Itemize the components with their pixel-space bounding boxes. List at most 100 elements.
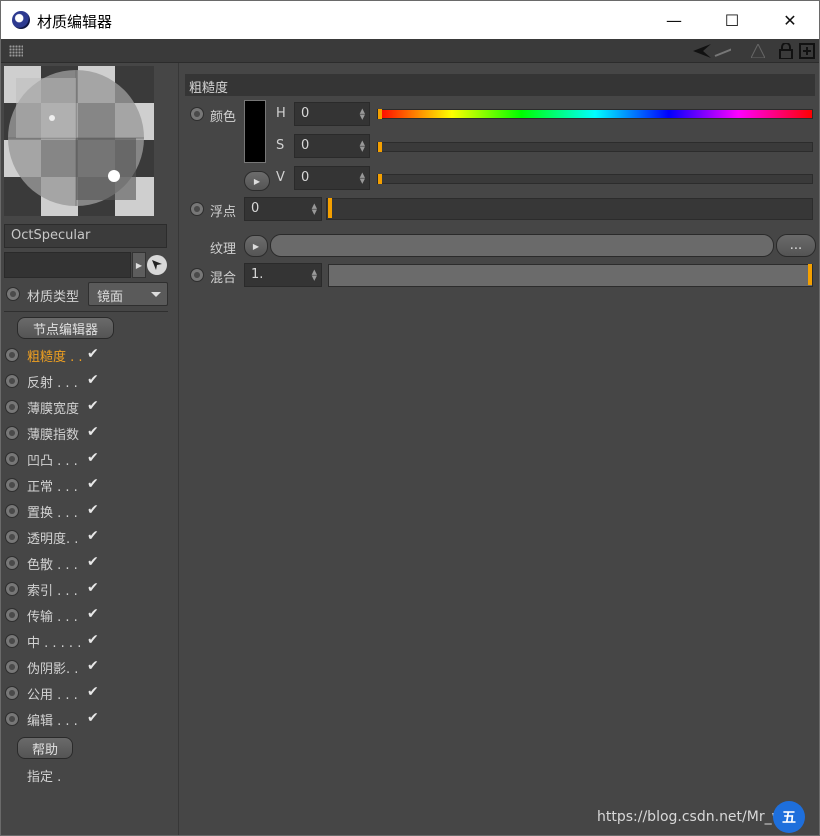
value-slider[interactable] [377,174,813,184]
channel-item[interactable]: 反射 . . . ✔ [5,369,175,393]
channel-label[interactable]: 透明度. . [27,528,78,547]
pick-cursor-icon[interactable] [147,255,167,275]
node-editor-button[interactable]: 节点编辑器 [17,317,114,339]
checkmark-icon[interactable]: ✔ [87,346,103,362]
channel-label[interactable]: 中 . . . . . [27,632,81,651]
material-name-field[interactable]: OctSpecular [4,224,167,248]
stepper-arrows-icon[interactable]: ▲ ▼ [312,269,317,282]
texture-arrow-button[interactable]: ▶ [244,235,268,257]
mix-radio[interactable] [190,268,204,282]
checkmark-icon[interactable]: ✔ [87,528,103,544]
channel-radio[interactable] [5,400,19,414]
channel-radio[interactable] [5,660,19,674]
checkmark-icon[interactable]: ✔ [87,710,103,726]
h-input[interactable]: 0 ▲ ▼ [294,102,370,126]
channel-radio[interactable] [5,452,19,466]
channel-radio[interactable] [5,686,19,700]
forward-arrow-icon[interactable] [713,42,731,60]
channel-label[interactable]: 色散 . . . [27,554,78,573]
material-preview[interactable] [4,66,154,216]
float-slider-knob[interactable] [328,198,332,218]
checkmark-icon[interactable]: ✔ [87,502,103,518]
float-input[interactable]: 0 ▲ ▼ [244,197,322,221]
expand-arrow-button[interactable]: ▶ [244,171,270,191]
channel-radio[interactable] [5,556,19,570]
grip-icon[interactable] [9,45,23,57]
stepper-arrows-icon[interactable]: ▲ ▼ [360,172,365,185]
channel-label[interactable]: 反射 . . . [27,372,78,391]
saturation-slider-knob[interactable] [378,142,382,152]
channel-label[interactable]: 正常 . . . [27,476,78,495]
channel-label[interactable]: 置换 . . . [27,502,78,521]
channel-item[interactable]: 薄膜指数 ✔ [5,421,175,445]
stepper-arrows-icon[interactable]: ▲ ▼ [360,140,365,153]
checkmark-icon[interactable]: ✔ [87,658,103,674]
channel-radio[interactable] [5,608,19,622]
checkmark-icon[interactable]: ✔ [87,554,103,570]
channel-radio[interactable] [5,530,19,544]
channel-item[interactable]: 粗糙度 . . ✔ [5,343,175,367]
saturation-slider[interactable] [377,142,813,152]
channel-item[interactable]: 置换 . . . ✔ [5,499,175,523]
channel-radio[interactable] [5,504,19,518]
maximize-button[interactable]: ☐ [703,1,761,39]
close-button[interactable]: ✕ [761,1,819,39]
help-button[interactable]: 帮助 [17,737,73,759]
color-swatch[interactable] [244,100,266,163]
mix-input[interactable]: 1. ▲ ▼ [244,263,322,287]
color-radio[interactable] [190,107,204,121]
channel-item[interactable]: 正常 . . . ✔ [5,473,175,497]
checkmark-icon[interactable]: ✔ [87,632,103,648]
channel-label[interactable]: 薄膜宽度 [27,398,79,417]
channel-label[interactable]: 传输 . . . [27,606,78,625]
stepper-arrows-icon[interactable]: ▲ ▼ [360,108,365,121]
back-arrow-icon[interactable] [693,42,711,60]
channel-item[interactable]: 传输 . . . ✔ [5,603,175,627]
channel-item[interactable]: 凹凸 . . . ✔ [5,447,175,471]
checkmark-icon[interactable]: ✔ [87,450,103,466]
channel-label[interactable]: 编辑 . . . [27,710,78,729]
channel-item[interactable]: 编辑 . . . ✔ [5,707,175,731]
up-arrow-icon[interactable] [749,42,767,60]
texture-slot[interactable] [270,234,774,257]
checkmark-icon[interactable]: ✔ [87,476,103,492]
channel-label[interactable]: 索引 . . . [27,580,78,599]
checkmark-icon[interactable]: ✔ [87,606,103,622]
link-arrow-button[interactable]: ▶ [132,252,146,278]
hue-slider[interactable] [377,109,813,119]
channel-item[interactable]: 薄膜宽度 ✔ [5,395,175,419]
channel-label[interactable]: 伪阴影. . [27,658,78,677]
channel-radio[interactable] [5,374,19,388]
checkmark-icon[interactable]: ✔ [87,372,103,388]
channel-item[interactable]: 公用 . . . ✔ [5,681,175,705]
material-type-select[interactable]: 镜面 [88,282,168,306]
mix-slider-knob[interactable] [808,264,812,285]
channel-radio[interactable] [5,582,19,596]
checkmark-icon[interactable]: ✔ [87,398,103,414]
channel-radio[interactable] [5,478,19,492]
channel-radio[interactable] [5,634,19,648]
channel-radio[interactable] [5,712,19,726]
float-slider[interactable] [326,198,813,220]
material-type-radio[interactable] [6,287,20,301]
channel-item[interactable]: 色散 . . . ✔ [5,551,175,575]
value-slider-knob[interactable] [378,174,382,184]
channel-item[interactable]: 伪阴影. . ✔ [5,655,175,679]
channel-item[interactable]: 透明度. . ✔ [5,525,175,549]
checkmark-icon[interactable]: ✔ [87,580,103,596]
channel-radio[interactable] [5,426,19,440]
checkmark-icon[interactable]: ✔ [87,424,103,440]
link-field[interactable] [4,252,131,278]
minimize-button[interactable]: — [645,1,703,39]
channel-label[interactable]: 凹凸 . . . [27,450,78,469]
stepper-arrows-icon[interactable]: ▲ ▼ [312,203,317,216]
s-input[interactable]: 0 ▲ ▼ [294,134,370,158]
channel-item[interactable]: 中 . . . . . ✔ [5,629,175,653]
lock-icon[interactable] [777,42,795,60]
new-window-icon[interactable] [798,42,816,60]
float-radio[interactable] [190,202,204,216]
v-input[interactable]: 0 ▲ ▼ [294,166,370,190]
hue-slider-knob[interactable] [378,109,382,119]
channel-item[interactable]: 索引 . . . ✔ [5,577,175,601]
channel-radio[interactable] [5,348,19,362]
